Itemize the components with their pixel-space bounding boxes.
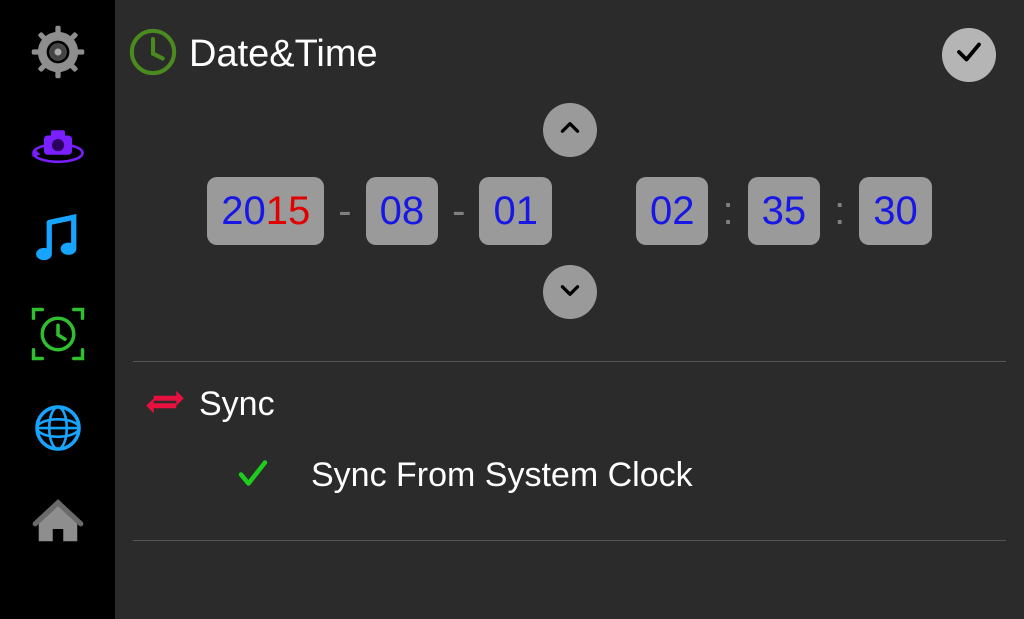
minute-field[interactable]: 35 [748,177,821,245]
music-icon [30,212,86,273]
year-decade: 15 [266,191,311,231]
sync-option-label: Sync From System Clock [311,456,693,495]
sidebar-item-home[interactable] [26,492,90,556]
month-field[interactable]: 08 [366,177,439,245]
sidebar-item-settings[interactable] [26,22,90,86]
sidebar-item-clock[interactable] [26,304,90,368]
time-separator-2: : [832,189,847,234]
sidebar-item-camera-rotate[interactable] [26,116,90,180]
camera-rotate-icon [30,118,86,179]
chevron-down-icon [557,277,583,308]
header: Date&Time [115,0,1024,103]
year-field[interactable]: 2015 [207,177,324,245]
increment-button[interactable] [543,103,597,157]
check-icon [235,455,271,496]
check-icon [954,37,984,72]
divider-bottom [133,540,1006,541]
date-separator-1: - [336,189,353,234]
second-field[interactable]: 30 [859,177,932,245]
sidebar-item-globe[interactable] [26,398,90,462]
globe-icon [30,400,86,461]
sync-section-header: Sync [115,362,1024,441]
sidebar [0,0,115,619]
day-field[interactable]: 01 [479,177,552,245]
gear-icon [30,24,86,85]
sidebar-item-music[interactable] [26,210,90,274]
date-separator-2: - [450,189,467,234]
home-icon [30,494,86,555]
hour-field[interactable]: 02 [636,177,709,245]
clock-icon [127,26,179,83]
sync-title: Sync [199,385,275,424]
datetime-fields: 2015 - 08 - 01 02 : 35 : 30 [115,167,1024,255]
sync-icon [145,382,185,427]
main-panel: Date&Time 2015 - 08 - 01 [115,0,1024,619]
confirm-button[interactable] [942,28,996,82]
sync-option-system-clock[interactable]: Sync From System Clock [115,441,1024,518]
datetime-spinner: 2015 - 08 - 01 02 : 35 : 30 [115,103,1024,339]
clock-focus-icon [30,306,86,367]
decrement-button[interactable] [543,265,597,319]
time-separator-1: : [720,189,735,234]
page-title: Date&Time [189,33,942,76]
year-century: 20 [221,191,266,231]
chevron-up-icon [557,115,583,146]
